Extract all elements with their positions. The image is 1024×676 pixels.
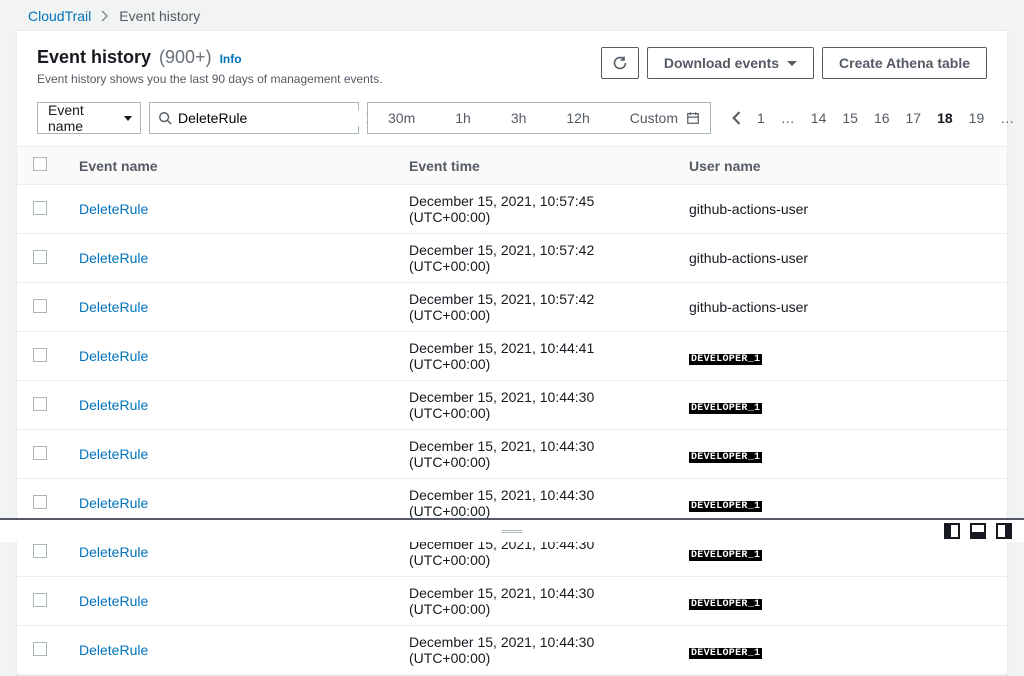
row-checkbox[interactable] [33,642,47,656]
event-name-link[interactable]: DeleteRule [79,593,148,609]
page-14[interactable]: 14 [807,106,831,130]
event-name-link[interactable]: DeleteRule [79,201,148,217]
table-row: DeleteRule December 15, 2021, 10:44:30 (U… [17,626,1007,675]
col-event-time[interactable]: Event time [393,147,673,185]
event-history-panel: Event history (900+) Info Event history … [16,30,1008,676]
page-15[interactable]: 15 [838,106,862,130]
table-row: DeleteRule December 15, 2021, 10:44:30 (U… [17,381,1007,430]
event-time-value: December 15, 2021, 10:44:41 (UTC+00:00) [409,340,594,372]
calendar-icon [686,111,700,125]
page-ellipsis-left: … [777,106,799,130]
event-name-link[interactable]: DeleteRule [79,250,148,266]
event-time-value: December 15, 2021, 10:44:30 (UTC+00:00) [409,585,594,617]
event-name-link[interactable]: DeleteRule [79,544,148,560]
page-title: Event history [37,47,151,68]
event-name-link[interactable]: DeleteRule [79,348,148,364]
breadcrumb-current: Event history [119,8,200,24]
panel-right-icon[interactable] [996,523,1012,539]
row-checkbox[interactable] [33,495,47,509]
user-name-redacted: DEVELOPER_1 [689,354,762,365]
page-subtitle: Event history shows you the last 90 days… [37,72,383,86]
page-16[interactable]: 16 [870,106,894,130]
col-user-name[interactable]: User name [673,147,1007,185]
event-time-value: December 15, 2021, 10:44:30 (UTC+00:00) [409,438,594,470]
col-event-name[interactable]: Event name [63,147,393,185]
user-name-redacted: DEVELOPER_1 [689,550,762,561]
download-events-label: Download events [664,53,779,73]
row-checkbox[interactable] [33,544,47,558]
event-name-link[interactable]: DeleteRule [79,299,148,315]
event-time-value: December 15, 2021, 10:57:45 (UTC+00:00) [409,193,594,225]
user-name-redacted: DEVELOPER_1 [689,599,762,610]
table-row: DeleteRule December 15, 2021, 10:44:41 (U… [17,332,1007,381]
search-icon [158,111,172,125]
triangle-down-icon [124,116,132,121]
user-name-value: github-actions-user [689,299,808,315]
breadcrumb: CloudTrail Event history [16,0,1008,30]
user-name-value: github-actions-user [689,201,808,217]
row-checkbox[interactable] [33,397,47,411]
user-name-redacted: DEVELOPER_1 [689,648,762,659]
page-ellipsis-right: … [996,106,1018,130]
row-checkbox[interactable] [33,446,47,460]
page-1[interactable]: 1 [753,106,769,130]
row-checkbox[interactable] [33,348,47,362]
range-custom[interactable]: Custom [610,103,710,133]
table-row: DeleteRule December 15, 2021, 10:57:42 (U… [17,234,1007,283]
event-name-link[interactable]: DeleteRule [79,495,148,511]
range-3h[interactable]: 3h [491,103,547,133]
filter-attribute-label: Event name [48,102,116,134]
event-name-link[interactable]: DeleteRule [79,446,148,462]
row-checkbox[interactable] [33,201,47,215]
drawer-handle[interactable] [502,530,522,533]
chevron-right-icon [101,10,109,22]
refresh-button[interactable] [601,47,639,79]
range-30m[interactable]: 30m [368,103,435,133]
caret-down-icon [787,61,797,66]
filter-value-input-wrapper [149,102,359,134]
select-all-checkbox[interactable] [33,157,47,171]
table-row: DeleteRule December 15, 2021, 10:57:45 (U… [17,185,1007,234]
pagination: 1 … 14 15 16 17 18 19 … [727,106,1024,130]
event-name-link[interactable]: DeleteRule [79,642,148,658]
event-time-value: December 15, 2021, 10:44:30 (UTC+00:00) [409,487,594,519]
table-row: DeleteRule December 15, 2021, 10:44:30 (U… [17,577,1007,626]
user-name-redacted: DEVELOPER_1 [689,452,762,463]
create-athena-table-label: Create Athena table [839,53,970,73]
filter-attribute-select[interactable]: Event name [37,102,141,134]
table-row: DeleteRule December 15, 2021, 10:57:42 (U… [17,283,1007,332]
event-time-value: December 15, 2021, 10:57:42 (UTC+00:00) [409,291,594,323]
range-1h[interactable]: 1h [435,103,491,133]
page-18[interactable]: 18 [933,106,957,130]
page-count: (900+) [159,47,212,68]
user-name-value: github-actions-user [689,250,808,266]
breadcrumb-root[interactable]: CloudTrail [28,8,91,24]
panel-bottom-icon[interactable] [970,523,986,539]
row-checkbox[interactable] [33,250,47,264]
events-table: Event name Event time User name DeleteRu… [17,146,1007,675]
row-checkbox[interactable] [33,593,47,607]
info-link[interactable]: Info [220,52,242,66]
table-row: DeleteRule December 15, 2021, 10:44:30 (U… [17,430,1007,479]
user-name-redacted: DEVELOPER_1 [689,501,762,512]
page-17[interactable]: 17 [902,106,926,130]
row-checkbox[interactable] [33,299,47,313]
create-athena-table-button[interactable]: Create Athena table [822,47,987,79]
event-time-value: December 15, 2021, 10:44:30 (UTC+00:00) [409,389,594,421]
event-name-link[interactable]: DeleteRule [79,397,148,413]
page-prev[interactable] [727,107,745,129]
user-name-redacted: DEVELOPER_1 [689,403,762,414]
event-time-value: December 15, 2021, 10:57:42 (UTC+00:00) [409,242,594,274]
download-events-button[interactable]: Download events [647,47,814,79]
bottom-drawer [0,518,1024,542]
filter-value-input[interactable] [178,110,359,126]
panel-left-icon[interactable] [944,523,960,539]
page-19[interactable]: 19 [965,106,989,130]
event-time-value: December 15, 2021, 10:44:30 (UTC+00:00) [409,634,594,666]
range-12h[interactable]: 12h [546,103,609,133]
range-custom-label: Custom [630,110,678,126]
time-range-segmented: 30m 1h 3h 12h Custom [367,102,711,134]
refresh-icon [612,55,628,71]
